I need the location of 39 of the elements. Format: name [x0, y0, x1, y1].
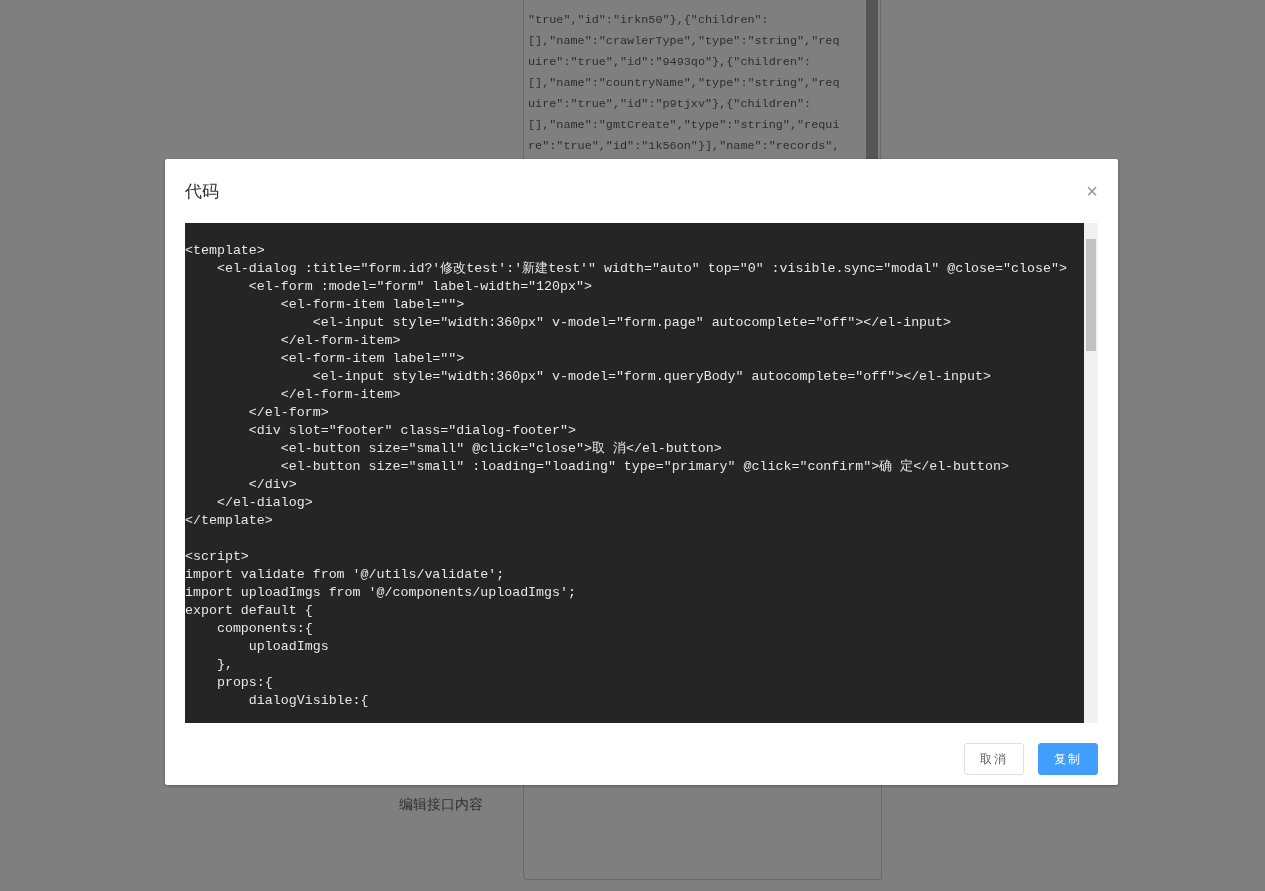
json-text-line: uire":"true","id":"p9tjxv"},{"children": — [528, 96, 813, 113]
json-text-line: uire":"true","id":"9493qo"},{"children": — [528, 54, 813, 71]
code-line: <el-form-item label=""> — [279, 351, 465, 366]
code-line: <template> — [185, 243, 265, 258]
code-line: <el-button size="small" @click="close">取 消</el-button> — [279, 441, 722, 456]
code-line: </el-form-item> — [279, 387, 401, 402]
close-button[interactable]: × — [1086, 181, 1098, 201]
code-line: </template> — [185, 513, 273, 528]
code-line: components:{ — [215, 621, 313, 636]
code-line: <el-form-item label=""> — [279, 297, 465, 312]
dialog-title: 代码 — [185, 179, 219, 203]
code-line: </div> — [247, 477, 297, 492]
code-line: <script> — [185, 549, 249, 564]
code-line: <el-input style="width:360px" v-model="form.queryBody" autocomplete="off"></el-input> — [311, 369, 991, 384]
code-line: </el-form-item> — [279, 333, 401, 348]
code-line: import uploadImgs from '@/components/uploadImgs'; — [185, 585, 576, 600]
json-text-line: [],"name":"gmtCreate","type":"string","requi — [528, 117, 841, 134]
code-line: import validate from '@/utils/validate'; — [185, 567, 505, 582]
json-text-line: [],"name":"countryName","type":"string","req — [528, 75, 841, 92]
scrollbar[interactable] — [1084, 223, 1098, 723]
scrollbar[interactable] — [866, 0, 878, 160]
code-line: export default { — [185, 603, 313, 618]
field-label: 编辑接口内容 — [399, 796, 483, 814]
code-line: uploadImgs — [247, 639, 329, 654]
code-line: <el-button size="small" :loading="loading" type="primary" @click="confirm">确 定</el-button> — [279, 459, 1009, 474]
json-text-line: [],"name":"crawlerType","type":"string","req — [528, 33, 841, 50]
code-line: props:{ — [215, 675, 273, 690]
code-line: <el-input style="width:360px" v-model="form.page" autocomplete="off"></el-input> — [311, 315, 952, 330]
code-line: </el-dialog> — [215, 495, 313, 510]
code-line: </el-form> — [247, 405, 329, 420]
code-line: <div slot="footer" class="dialog-footer"> — [247, 423, 576, 438]
code-line: <el-form :model="form" label-width="120px"> — [247, 279, 592, 294]
code-line: dialogVisible:{ — [247, 693, 369, 708]
code-line: }, — [215, 657, 233, 672]
code-line: <el-dialog :title="form.id?'修改test':'新建test'" width="auto" top="0" :visible.sync="modal" @close="close"> — [215, 261, 1067, 276]
json-text-line: re":"true","id":"1k56on"}],"name":"records", — [528, 138, 841, 155]
copy-button[interactable]: 复制 — [1038, 743, 1098, 775]
json-text-line: "true","id":"irkn50"},{"children": — [528, 12, 770, 29]
cancel-button[interactable]: 取消 — [964, 743, 1024, 775]
